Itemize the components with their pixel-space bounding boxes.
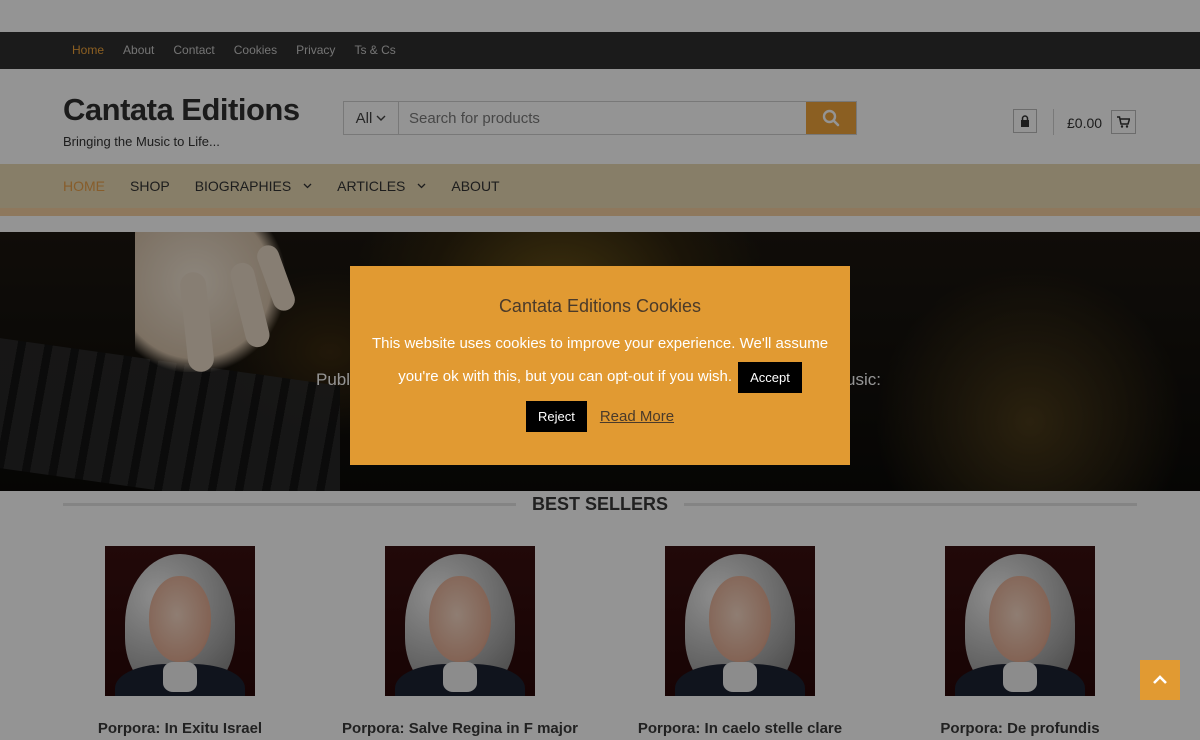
chevron-up-icon	[1153, 675, 1167, 684]
back-to-top-button[interactable]	[1140, 660, 1180, 700]
cookie-dialog-message-block: This website uses cookies to improve you…	[370, 327, 830, 393]
cookie-dialog-actions: Reject Read More	[350, 401, 850, 432]
read-more-link[interactable]: Read More	[600, 408, 674, 425]
reject-button[interactable]: Reject	[525, 401, 587, 432]
cookie-consent-dialog: Cantata Editions Cookies This website us…	[350, 266, 850, 465]
cookie-dialog-title: Cantata Editions Cookies	[498, 296, 702, 316]
accept-button[interactable]: Accept	[738, 361, 802, 393]
